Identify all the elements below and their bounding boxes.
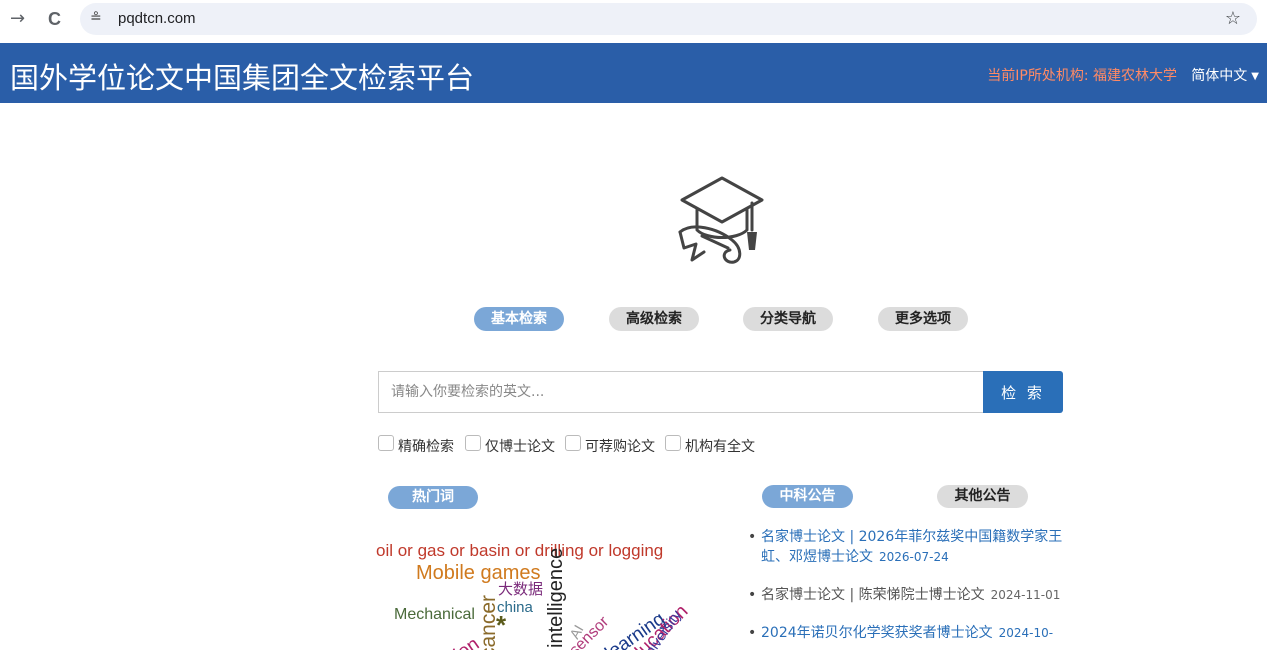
option-label: 机构有全文 xyxy=(685,439,755,455)
bullet-icon: • xyxy=(748,529,757,545)
search-input[interactable] xyxy=(378,371,984,413)
hot-words-cloud: oil or gas or basin or drilling or loggi… xyxy=(370,530,690,650)
notice-date: 2026-07-24 xyxy=(879,550,949,564)
tab-zhongke-notices[interactable]: 中科公告 xyxy=(762,485,853,508)
browser-toolbar: → C ≗ pqdtcn.com ☆ xyxy=(0,0,1267,40)
tab-more-options[interactable]: 更多选项 xyxy=(878,307,968,331)
bullet-icon: • xyxy=(748,625,757,641)
hot-word[interactable]: * xyxy=(496,612,506,638)
tab-category-nav[interactable]: 分类导航 xyxy=(743,307,833,331)
language-label: 简体中文 xyxy=(1191,68,1248,84)
notice-list: • 名家博士论文 | 2026年菲尔兹奖中国籍数学家王虹、邓煜博士论文 2026-… xyxy=(748,527,1078,650)
tab-basic-search[interactable]: 基本检索 xyxy=(474,307,564,331)
option-label: 可荐购论文 xyxy=(585,439,655,455)
hot-words-label: 热门词 xyxy=(388,486,478,509)
notice-title[interactable]: 名家博士论文 | 陈荣悌院士博士论文 xyxy=(761,587,985,603)
notice-date: 2024-11-01 xyxy=(990,588,1061,602)
option-label: 仅博士论文 xyxy=(485,439,555,455)
reload-icon[interactable]: C xyxy=(48,9,61,29)
hot-word[interactable]: Mechanical xyxy=(394,607,475,623)
notice-item[interactable]: • 名家博士论文 | 2026年菲尔兹奖中国籍数学家王虹、邓煜博士论文 2026-… xyxy=(748,527,1078,567)
notice-item[interactable]: • 名家博士论文 | 陈荣悌院士博士论文 2024-11-01 xyxy=(748,585,1078,605)
bookmark-star-icon[interactable]: ☆ xyxy=(1225,8,1241,29)
forward-arrow-icon[interactable]: → xyxy=(10,9,25,29)
notice-title[interactable]: 2024年诺贝尔化学奖获奖者博士论文 xyxy=(761,625,993,641)
checkbox[interactable] xyxy=(665,435,681,451)
hot-word[interactable]: 大数据 xyxy=(498,582,543,597)
bullet-icon: • xyxy=(748,587,757,603)
graduation-cap-logo-icon xyxy=(678,176,764,264)
hot-word[interactable]: Mobile games xyxy=(416,563,541,583)
notice-date: 2024-10- xyxy=(998,626,1054,640)
caret-down-icon: ▼ xyxy=(1251,70,1259,82)
site-title[interactable]: 国外学位论文中国集团全文检索平台 xyxy=(10,55,474,97)
ip-institution-info: 当前IP所处机构: 福建农林大学 xyxy=(987,68,1177,84)
checkbox[interactable] xyxy=(565,435,581,451)
tab-other-notices[interactable]: 其他公告 xyxy=(937,485,1028,508)
hot-word[interactable]: intelligence xyxy=(545,548,567,648)
checkbox[interactable] xyxy=(378,435,394,451)
language-selector[interactable]: 简体中文 ▼ xyxy=(1191,65,1259,85)
tab-advanced-search[interactable]: 高级检索 xyxy=(609,307,699,331)
search-button[interactable]: 检 索 xyxy=(983,371,1063,413)
notice-item[interactable]: • 2024年诺贝尔化学奖获奖者博士论文 2024-10- xyxy=(748,623,1078,643)
url-text[interactable]: pqdtcn.com xyxy=(118,10,196,27)
checkbox[interactable] xyxy=(465,435,481,451)
hot-word[interactable]: oil or gas or basin or drilling or loggi… xyxy=(376,542,663,559)
hot-word[interactable]: ation xyxy=(437,634,483,650)
site-info-icon[interactable]: ≗ xyxy=(90,10,102,26)
option-label: 精确检索 xyxy=(398,439,454,455)
site-header: 国外学位论文中国集团全文检索平台 当前IP所处机构: 福建农林大学 简体中文 ▼ xyxy=(0,43,1267,103)
address-bar[interactable]: ≗ pqdtcn.com ☆ xyxy=(80,3,1257,35)
